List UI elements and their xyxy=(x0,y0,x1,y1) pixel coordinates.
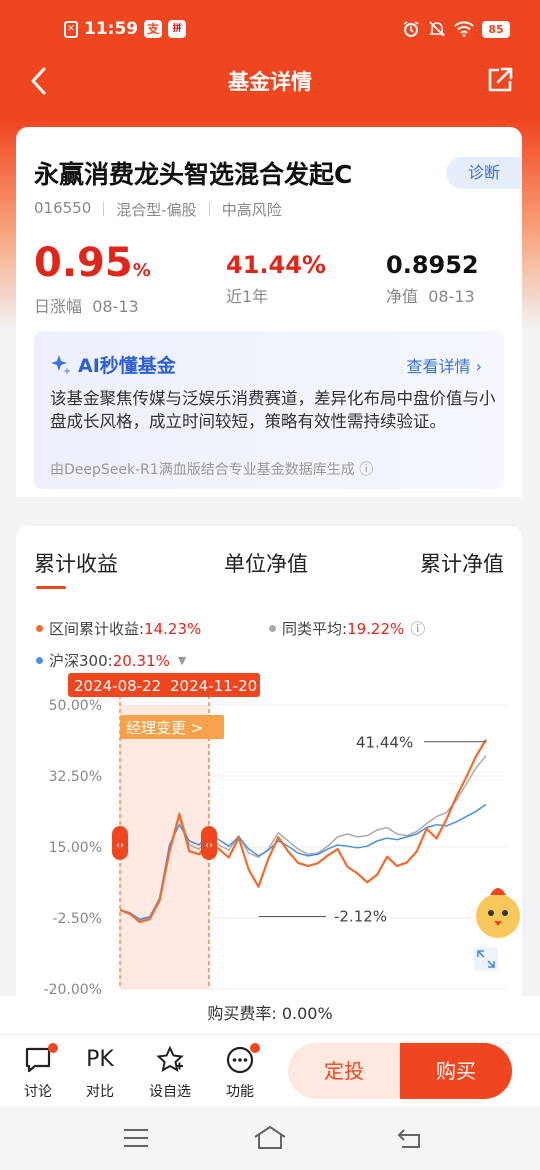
fund-name: 永赢消费龙头智选混合发起C xyxy=(34,160,353,189)
discuss-button[interactable]: 讨论 xyxy=(10,1043,66,1101)
y-tick-label: -20.00% xyxy=(44,982,102,996)
svg-text:‹›: ‹› xyxy=(116,840,124,851)
y-tick-label: 15.00% xyxy=(49,840,102,856)
ai-more-link[interactable]: 查看详情 › xyxy=(406,353,482,377)
manager-change-label: 经理变更 > xyxy=(126,719,203,737)
chart-card: 累计收益 单位净值 累计净值 区间累计收益: 14.23% 同类平均: 19.22%… xyxy=(16,526,522,996)
ai-section: AI秒懂基金 查看详情 › 该基金聚焦传媒与泛娱乐消费赛道，差异化布局中盘价值与… xyxy=(16,327,522,497)
daily-change-metric: 0.95% 日涨幅 08-13 xyxy=(34,243,151,317)
pinduoduo-icon: 拼 xyxy=(168,20,187,38)
chart-tabs: 累计收益 单位净值 累计净值 xyxy=(34,548,504,589)
alarm-icon xyxy=(403,21,419,37)
bottom-bar: 讨论 PK 对比 设自选 功能 定投 购买 xyxy=(0,1034,540,1106)
system-nav-bar xyxy=(0,1106,540,1170)
max-annotation: 41.44% xyxy=(356,734,413,752)
mute-icon xyxy=(429,21,445,37)
one-year-label: 近1年 xyxy=(226,287,269,306)
ai-source-note: 由DeepSeek-R1满血版结合专业基金数据库生成 ⓘ xyxy=(50,462,374,478)
tab-cumulative-nav[interactable]: 累计净值 xyxy=(420,548,504,578)
one-year-metric: 41.44% 近1年 xyxy=(226,251,326,307)
daily-change-date: 08-13 xyxy=(92,297,139,316)
nav-label: 净值 xyxy=(386,287,419,306)
wifi-icon xyxy=(454,21,474,37)
min-annotation: -2.12% xyxy=(334,907,387,925)
sparkle-icon xyxy=(51,354,71,375)
range-handle-right[interactable]: ‹› xyxy=(201,826,217,860)
date-start-label: 2024-08-22 xyxy=(74,677,161,695)
tab-unit-nav[interactable]: 单位净值 xyxy=(224,548,308,578)
range-handle-left[interactable]: ‹› xyxy=(112,826,128,860)
home-icon[interactable] xyxy=(252,1124,288,1150)
nav-value: 0.8952 xyxy=(386,251,479,279)
page-title: 基金详情 xyxy=(228,70,312,94)
info-icon[interactable]: ⓘ xyxy=(410,618,425,639)
tab-underline xyxy=(36,586,66,589)
return-chart[interactable]: 50.00% 32.50% 15.00% -2.50% -20.00% 2024-08-2… xyxy=(16,671,522,996)
mascot-icon[interactable] xyxy=(476,888,520,938)
fund-risk: 中高风险 xyxy=(221,201,282,219)
alipay-icon: 支 xyxy=(144,20,163,38)
nav-metric: 0.8952 净值 08-13 xyxy=(386,251,479,307)
clock: 11:59 xyxy=(84,19,139,39)
fund-code: 016550 xyxy=(34,199,92,217)
ai-summary-card[interactable]: AI秒懂基金 查看详情 › 该基金聚焦传媒与泛娱乐消费赛道，差异化布局中盘价值与… xyxy=(34,331,504,489)
fullscreen-icon[interactable] xyxy=(474,947,498,971)
daily-change-value: 0.95 xyxy=(34,240,133,286)
add-watchlist-button[interactable]: 设自选 xyxy=(142,1045,198,1101)
nav-date: 08-13 xyxy=(428,287,475,306)
sim-icon: ✕ xyxy=(64,20,78,38)
info-icon[interactable]: ⓘ xyxy=(359,462,373,478)
diagnose-button[interactable]: 诊断 xyxy=(446,157,522,189)
back-icon[interactable] xyxy=(396,1126,424,1150)
battery-indicator: 85 xyxy=(482,20,510,38)
fund-tags: 016550 混合型-偏股 中高风险 xyxy=(34,199,282,220)
ai-summary-text: 该基金聚焦传媒与泛娱乐消费赛道，差异化布局中盘价值与小盘成长风格，成立时间较短，… xyxy=(50,389,496,431)
fund-summary-card: 永赢消费龙头智选混合发起C 诊断 016550 混合型-偏股 中高风险 0.95… xyxy=(16,127,522,327)
y-tick-label: 32.50% xyxy=(49,769,102,785)
daily-change-label: 日涨幅 xyxy=(34,297,83,316)
purchase-fee: 购买费率: 0.00% xyxy=(0,996,540,1034)
compare-button[interactable]: PK 对比 xyxy=(72,1045,128,1101)
status-bar: ✕ 11:59 支 拼 85 xyxy=(0,0,540,60)
chevron-right-icon: › xyxy=(475,357,482,376)
star-add-icon xyxy=(156,1045,184,1072)
buy-button[interactable]: 购买 xyxy=(400,1043,512,1099)
pk-icon: PK xyxy=(86,1047,114,1072)
share-icon[interactable] xyxy=(486,66,514,94)
tab-cumulative-return[interactable]: 累计收益 xyxy=(34,548,118,578)
navbar: 基金详情 xyxy=(0,60,540,102)
fund-type: 混合型-偏股 xyxy=(116,201,197,219)
svg-text:‹›: ‹› xyxy=(205,840,213,851)
menu-icon[interactable] xyxy=(122,1128,150,1148)
y-tick-label: -2.50% xyxy=(52,911,102,927)
legend-fund: 区间累计收益: 14.23% xyxy=(36,618,201,639)
date-end-label: 2024-11-20 xyxy=(170,677,257,695)
legend-peer: 同类平均: 19.22% ⓘ xyxy=(269,618,425,639)
caret-down-icon[interactable]: ▼ xyxy=(178,654,186,667)
auto-invest-button[interactable]: 定投 xyxy=(288,1043,400,1099)
ai-title: AI秒懂基金 xyxy=(78,355,176,377)
legend-index: 沪深300: 20.31% ▼ xyxy=(36,650,186,671)
more-functions-button[interactable]: 功能 xyxy=(212,1043,268,1101)
one-year-value: 41.44% xyxy=(226,251,326,279)
daily-change-unit: % xyxy=(132,260,151,281)
y-tick-label: 50.00% xyxy=(49,698,102,714)
